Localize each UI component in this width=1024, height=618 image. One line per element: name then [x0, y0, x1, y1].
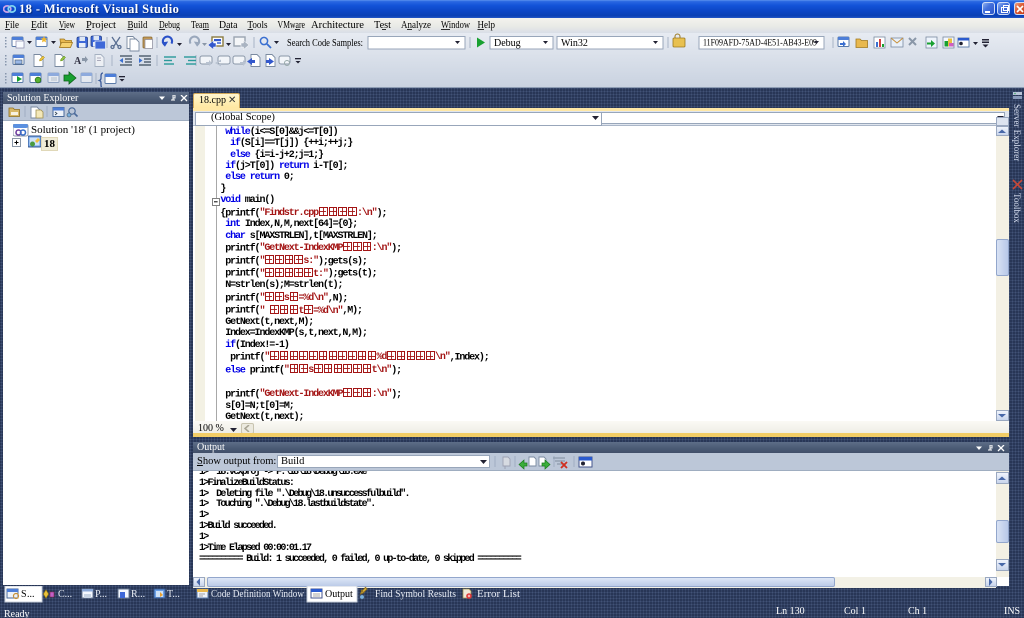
svg-text:S: S — [21, 589, 27, 600]
svg-text:A: A — [74, 56, 82, 67]
svg-text:Debug: Debug — [494, 38, 521, 49]
svg-text:Error List: Error List — [477, 589, 520, 600]
svg-text:Find Symbol Results: Find Symbol Results — [375, 589, 456, 600]
svg-text:11F09AFD-75AD-4E51-AB43-E09: 11F09AFD-75AD-4E51-AB43-E09 — [703, 39, 817, 49]
svg-text:Output: Output — [325, 589, 353, 600]
svg-text:Architecture: Architecture — [311, 20, 364, 31]
svg-text:Analyze: Analyze — [401, 20, 431, 31]
svg-text:Win32: Win32 — [561, 38, 588, 49]
svg-text:R...: R... — [131, 589, 145, 600]
svg-text:P...: P... — [95, 589, 107, 600]
svg-text:Search Code Samples:: Search Code Samples: — [287, 38, 363, 49]
svg-text:...: ... — [27, 589, 35, 600]
svg-text:T...: T... — [167, 589, 180, 600]
svg-text:Code Definition Window: Code Definition Window — [211, 589, 305, 600]
svg-text:VMware: VMware — [278, 20, 306, 31]
svg-text:C...: C... — [58, 589, 72, 600]
